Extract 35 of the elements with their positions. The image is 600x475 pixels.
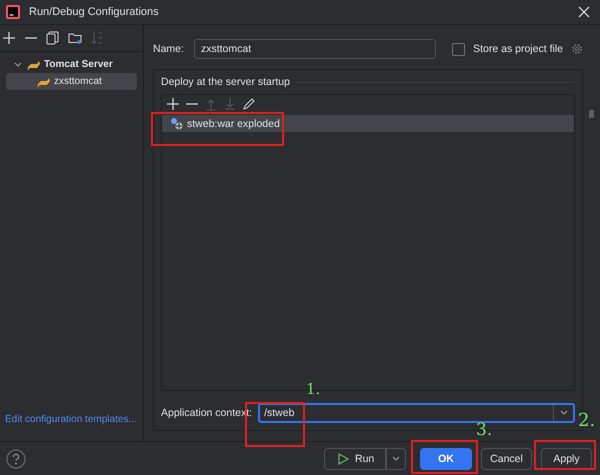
annotation-number: 2. bbox=[578, 412, 596, 430]
pencil-icon[interactable] bbox=[242, 97, 256, 111]
close-icon[interactable] bbox=[578, 6, 590, 18]
checkbox[interactable] bbox=[452, 42, 466, 56]
tree-item[interactable]: Tomcat Server bbox=[6, 56, 137, 73]
dialog-button[interactable]: Cancel bbox=[481, 448, 532, 470]
annotation-box bbox=[411, 440, 478, 474]
copy-icon[interactable] bbox=[46, 31, 60, 45]
gear-icon[interactable] bbox=[571, 43, 583, 55]
window-title: Run/Debug Configurations bbox=[29, 6, 159, 18]
annotation-number: 1. bbox=[306, 382, 320, 397]
annotation-box bbox=[534, 440, 596, 470]
artifact-icon bbox=[170, 117, 183, 130]
dialog-button[interactable]: OK bbox=[420, 448, 472, 470]
name-field[interactable]: zxsttomcat bbox=[194, 39, 436, 59]
name-label: Name: bbox=[153, 43, 184, 55]
annotation-number: 3. bbox=[476, 422, 492, 439]
add-icon[interactable] bbox=[2, 31, 16, 45]
run-button[interactable]: Run bbox=[324, 448, 386, 470]
app-icon bbox=[6, 5, 20, 19]
section-title: Deploy at the server startup bbox=[161, 76, 290, 88]
chevron-down-icon[interactable] bbox=[14, 60, 22, 68]
tree-item[interactable]: zxsttomcat bbox=[6, 73, 137, 90]
scrollbar[interactable] bbox=[589, 110, 594, 118]
help-icon[interactable] bbox=[6, 448, 26, 468]
chevron-down-icon[interactable] bbox=[560, 409, 568, 417]
store-as-project-file-label: Store as project file bbox=[473, 43, 563, 55]
add-icon[interactable] bbox=[166, 97, 180, 111]
folder-icon[interactable] bbox=[68, 31, 82, 45]
edit-templates-link[interactable]: Edit configuration templates... bbox=[0, 414, 143, 441]
artifact-row[interactable]: stweb:war exploded bbox=[162, 115, 574, 132]
play-icon bbox=[338, 452, 349, 464]
application-context-field[interactable]: /stweb bbox=[258, 403, 575, 423]
dialog-button[interactable]: Apply bbox=[541, 448, 592, 470]
chevron-down-icon bbox=[392, 454, 400, 462]
